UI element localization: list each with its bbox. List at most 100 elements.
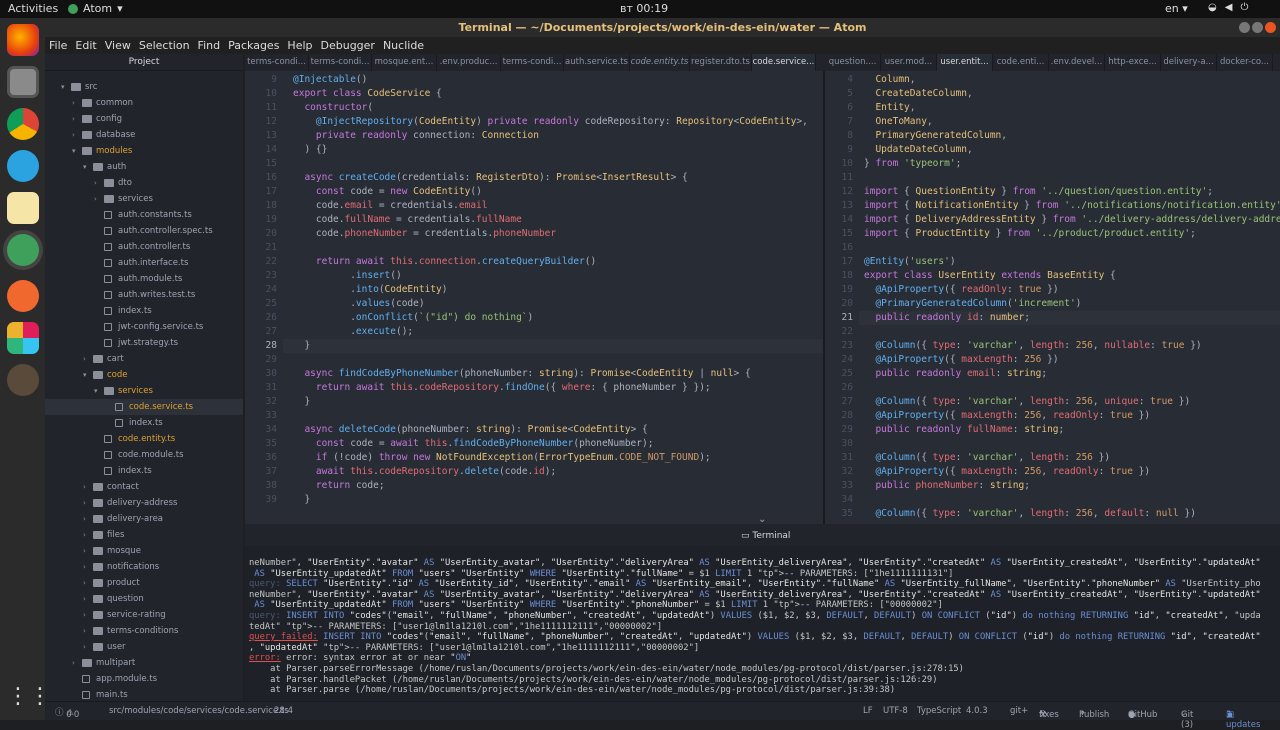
tree-item-auth-writes-test-ts[interactable]: auth.writes.test.ts xyxy=(45,287,243,303)
minimize-button[interactable] xyxy=(1239,22,1250,33)
tree-item-services[interactable]: › services xyxy=(45,191,243,207)
tree-item-auth[interactable]: ▾ auth xyxy=(45,159,243,175)
tree-item-delivery-address[interactable]: › delivery-address xyxy=(45,495,243,511)
tree-item-user[interactable]: › user xyxy=(45,639,243,655)
grammar[interactable]: TypeScript xyxy=(917,706,961,716)
tree-item-question[interactable]: › question xyxy=(45,591,243,607)
cursor-position[interactable]: 28:4 xyxy=(274,706,293,716)
chevron-down-icon[interactable]: ⌄ xyxy=(758,514,766,525)
tree-item-app-module-ts[interactable]: app.module.ts xyxy=(45,671,243,687)
tree-item-mosque[interactable]: › mosque xyxy=(45,543,243,559)
encoding[interactable]: UTF-8 xyxy=(883,706,908,716)
menu-item-selection[interactable]: Selection xyxy=(135,37,194,54)
chevron-icon: › xyxy=(83,595,86,603)
menu-item-help[interactable]: Help xyxy=(283,37,316,54)
line-number: 27 xyxy=(841,396,853,407)
tab-6[interactable]: code.entity.ts xyxy=(630,54,690,71)
tree-item-services[interactable]: ▾ services xyxy=(45,383,243,399)
code-line: Entity, xyxy=(875,102,916,113)
menu-item-debugger[interactable]: Debugger xyxy=(317,37,379,54)
tree-item-auth-module-ts[interactable]: auth.module.ts xyxy=(45,271,243,287)
tree-item-files[interactable]: › files xyxy=(45,527,243,543)
tree-item-label: config xyxy=(96,114,123,124)
text-editor-icon[interactable] xyxy=(7,192,39,224)
tab-0[interactable]: terms-condi... xyxy=(245,54,309,71)
tree-item-code-service-ts[interactable]: code.service.ts xyxy=(45,399,243,415)
tree-item-auth-interface-ts[interactable]: auth.interface.ts xyxy=(45,255,243,271)
tree-item-dto[interactable]: › dto xyxy=(45,175,243,191)
tree-item-code-module-ts[interactable]: code.module.ts xyxy=(45,447,243,463)
system-tray[interactable]: ◒ ◀ ⏻ xyxy=(1208,2,1248,13)
editor-pane-right[interactable]: 4 Column, 5 CreateDateColumn, 6 Entity, 7 O… xyxy=(825,71,1280,524)
ts-version[interactable]: 4.0.3 xyxy=(966,706,988,716)
tree-item-jwt-strategy-ts[interactable]: jwt.strategy.ts xyxy=(45,335,243,351)
tree-item-index-ts[interactable]: index.ts xyxy=(45,463,243,479)
app-menu[interactable]: Atom ▾ xyxy=(68,2,123,15)
diagnostics-indicator[interactable]: ⓘ 0 ⚠ 0 xyxy=(55,706,79,720)
menu-item-file[interactable]: File xyxy=(45,37,71,54)
gimp-icon[interactable] xyxy=(7,364,39,396)
tab-8[interactable]: code.service... xyxy=(752,54,816,71)
activities-button[interactable]: Activities xyxy=(8,2,58,15)
postman-icon[interactable] xyxy=(7,280,39,312)
tree-item-code[interactable]: ▾ code xyxy=(45,367,243,383)
file-icon xyxy=(115,403,123,411)
tree-item-index-ts[interactable]: index.ts xyxy=(45,303,243,319)
firefox-icon[interactable] xyxy=(7,24,39,56)
tab-3[interactable]: .env.produc... xyxy=(437,54,501,71)
close-button[interactable] xyxy=(1265,22,1276,33)
tree-item-notifications[interactable]: › notifications xyxy=(45,559,243,575)
tree-item-config[interactable]: › config xyxy=(45,111,243,127)
tree-item-modules[interactable]: ▾ modules xyxy=(45,143,243,159)
tree-item-src[interactable]: ▾ src xyxy=(45,79,243,95)
atom-dock-icon[interactable] xyxy=(7,234,39,266)
tree-item-jwt-config-service-ts[interactable]: jwt-config.service.ts xyxy=(45,319,243,335)
tree-item-code-entity-ts[interactable]: code.entity.ts xyxy=(45,431,243,447)
terminal-output[interactable]: neNumber", "UserEntity"."avatar" AS "Use… xyxy=(245,546,1280,701)
tree-item-common[interactable]: › common xyxy=(45,95,243,111)
tab-2[interactable]: mosque.ent... xyxy=(372,54,437,71)
tab-7[interactable]: register.dto.ts xyxy=(690,54,752,71)
maximize-button[interactable] xyxy=(1252,22,1263,33)
tab-right-7[interactable]: docker-co... xyxy=(1217,54,1273,71)
tab-right-6[interactable]: delivery-a... xyxy=(1161,54,1217,71)
tab-right-2[interactable]: user.entit... xyxy=(937,54,993,71)
chrome-icon[interactable] xyxy=(7,108,39,140)
tab-right-0[interactable]: question.... xyxy=(825,54,881,71)
line-ending[interactable]: LF xyxy=(863,706,873,716)
tree-item-multipart[interactable]: › multipart xyxy=(45,655,243,671)
tree-item-cart[interactable]: › cart xyxy=(45,351,243,367)
tree-item-service-rating[interactable]: › service-rating xyxy=(45,607,243,623)
editor-pane-left[interactable]: 9 @Injectable() 10 export class CodeService… xyxy=(245,71,823,524)
show-apps-icon[interactable]: ⋮⋮ xyxy=(7,682,51,714)
menu-item-view[interactable]: View xyxy=(101,37,135,54)
tree-item-terms-conditions[interactable]: › terms-conditions xyxy=(45,623,243,639)
slack-icon[interactable] xyxy=(7,322,39,354)
tab-right-1[interactable]: user.mod... xyxy=(881,54,937,71)
tab-right-5[interactable]: http-exce... xyxy=(1105,54,1161,71)
tab-right-4[interactable]: .env.devel... xyxy=(1049,54,1105,71)
tree-item-database[interactable]: › database xyxy=(45,127,243,143)
tree-item-index-ts[interactable]: index.ts xyxy=(45,415,243,431)
tab-right-3[interactable]: code.enti... xyxy=(993,54,1049,71)
tree-item-auth-controller-ts[interactable]: auth.controller.ts xyxy=(45,239,243,255)
clock[interactable]: вт 00:19 xyxy=(620,2,668,15)
menu-item-packages[interactable]: Packages xyxy=(224,37,283,54)
tree-item-product[interactable]: › product xyxy=(45,575,243,591)
file-path[interactable]: src/modules/code/services/code.service.t… xyxy=(109,706,289,716)
tab-4[interactable]: terms-condi... xyxy=(501,54,564,71)
tree-item-delivery-area[interactable]: › delivery-area xyxy=(45,511,243,527)
tab-5[interactable]: auth.service.ts xyxy=(564,54,630,71)
files-icon[interactable] xyxy=(7,66,39,98)
menu-item-nuclide[interactable]: Nuclide xyxy=(379,37,428,54)
tree-item-contact[interactable]: › contact xyxy=(45,479,243,495)
telegram-icon[interactable] xyxy=(7,150,39,182)
tree-item-auth-constants-ts[interactable]: auth.constants.ts xyxy=(45,207,243,223)
git-plus[interactable]: git+ xyxy=(1010,706,1028,716)
menu-item-edit[interactable]: Edit xyxy=(71,37,100,54)
tree-item-auth-controller-spec-ts[interactable]: auth.controller.spec.ts xyxy=(45,223,243,239)
tab-1[interactable]: terms-condi... xyxy=(309,54,372,71)
language-indicator[interactable]: en ▾ xyxy=(1165,2,1188,15)
menu-item-find[interactable]: Find xyxy=(194,37,225,54)
line-number: 23 xyxy=(841,340,853,351)
